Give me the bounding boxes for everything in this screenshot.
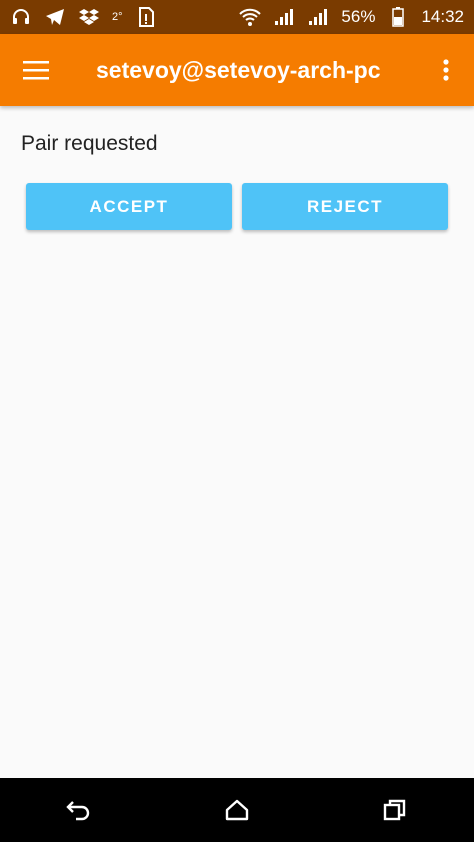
back-icon [66,801,90,821]
battery-percentage: 56% [341,7,376,26]
reject-button[interactable]: REJECT [242,183,448,230]
clock: 14:32 [421,7,464,26]
more-vert-icon [443,59,449,81]
dropbox-icon [78,6,100,28]
accept-button[interactable]: ACCEPT [26,183,232,230]
back-button[interactable] [49,785,109,835]
home-button[interactable] [207,785,267,835]
app-bar: setevoy@setevoy-arch-pc [0,34,474,106]
overflow-menu-button[interactable] [430,48,462,92]
hamburger-menu-icon [23,61,49,80]
signal-icon [307,6,329,28]
wifi-icon [239,6,262,28]
recents-button[interactable] [365,785,425,835]
telegram-icon [44,6,66,28]
main-content: Pair requested ACCEPT REJECT [0,106,474,778]
status-bar-left: 2° [10,6,157,28]
battery-icon [387,6,409,28]
hamburger-menu-button[interactable] [14,48,58,92]
pair-request-message: Pair requested [21,132,158,155]
home-icon [225,799,249,821]
status-bar-right: 56% 14:32 [239,6,464,28]
navigation-bar [0,778,474,842]
signal-icon [273,6,295,28]
sim-alert-icon [135,6,157,28]
status-bar: 2° 56% 14:32 [0,0,474,34]
page-title: setevoy@setevoy-arch-pc [96,57,381,83]
headset-icon [10,6,32,28]
recents-icon [383,799,406,821]
temperature-text: 2° [112,11,123,23]
